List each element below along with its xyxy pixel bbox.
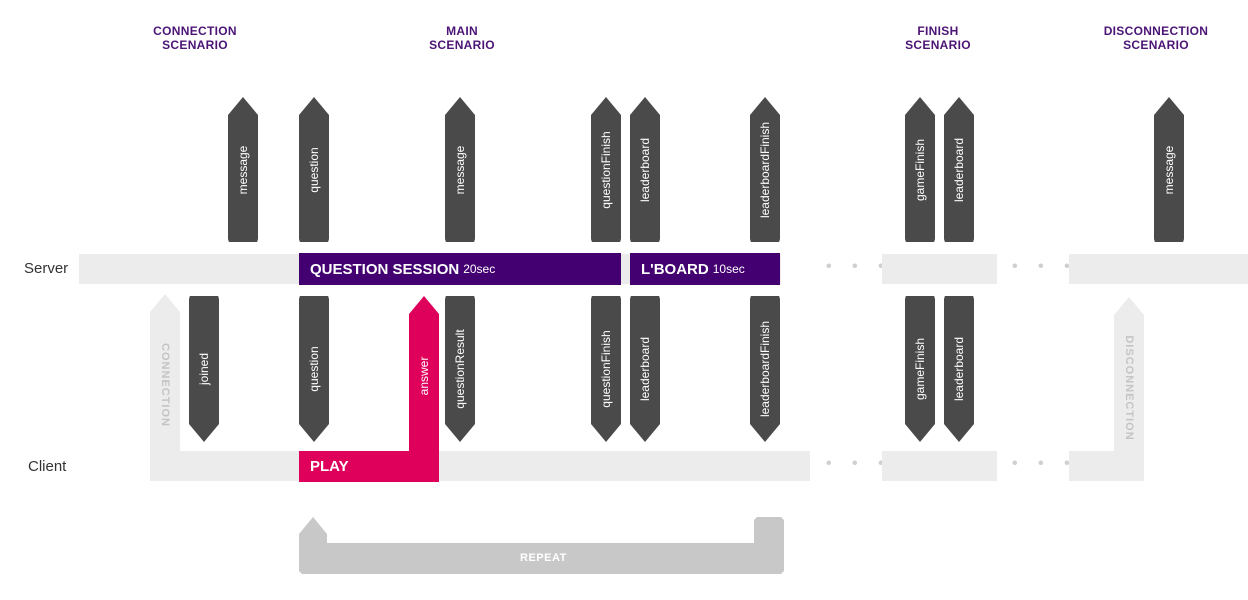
- repeat-label: REPEAT: [520, 552, 567, 564]
- client-track-disconnect: [1069, 451, 1144, 481]
- server-track-disconnect: [1069, 254, 1248, 284]
- server-lane-label: Server: [24, 260, 69, 277]
- client-event-joined: joined: [189, 296, 219, 442]
- connection-scenario-title: CONNECTION SCENARIO: [153, 24, 237, 52]
- client-event-game-finish: gameFinish: [905, 296, 935, 442]
- disconnection-scenario-title: DISCONNECTION SCENARIO: [1103, 24, 1209, 52]
- server-event-leaderboard-finish-scenario: leaderboard: [944, 97, 974, 242]
- server-event-leaderboard: leaderboard: [630, 97, 660, 242]
- leaderboard-block-duration: 10sec: [712, 262, 745, 276]
- client-track-finish: [882, 451, 997, 481]
- leaderboard-block: L'BOARD 10sec: [630, 253, 780, 285]
- server-event-message-disconnection: message: [1154, 97, 1184, 242]
- connection-connector-label: CONNECTION: [159, 343, 171, 427]
- client-event-question-result: questionResult: [445, 296, 475, 442]
- client-event-leaderboard-finish: leaderboardFinish: [750, 296, 780, 442]
- client-event-answer: answer: [409, 296, 439, 456]
- server-track-finish: [882, 254, 997, 284]
- play-block-label: PLAY: [310, 458, 349, 475]
- server-event-game-finish: gameFinish: [905, 97, 935, 242]
- question-session-duration: 20sec: [463, 262, 496, 276]
- client-ellipsis-2: • • •: [1012, 455, 1078, 472]
- leaderboard-block-label: L'BOARD: [641, 260, 709, 278]
- server-event-message-main: message: [445, 97, 475, 242]
- client-event-leaderboard: leaderboard: [630, 296, 660, 442]
- question-session-block: QUESTION SESSION 20sec: [299, 253, 621, 285]
- server-event-message-connection: message: [228, 97, 258, 242]
- disconnection-connector-label: DISCONNECTION: [1123, 335, 1135, 441]
- question-session-label: QUESTION SESSION: [310, 260, 460, 278]
- server-event-question-finish: questionFinish: [591, 97, 621, 242]
- repeat-connector: [299, 517, 784, 574]
- client-event-leaderboard-finish-scenario: leaderboard: [944, 296, 974, 442]
- client-track-main: [150, 451, 810, 481]
- server-event-leaderboard-finish: leaderboardFinish: [750, 97, 780, 242]
- server-event-question: question: [299, 97, 329, 242]
- finish-scenario-title: FINISH SCENARIO: [905, 24, 971, 52]
- client-event-question: question: [299, 296, 329, 442]
- client-event-question-finish: questionFinish: [591, 296, 621, 442]
- server-ellipsis-2: • • •: [1012, 258, 1078, 275]
- main-scenario-title: MAIN SCENARIO: [429, 24, 495, 52]
- client-lane-label: Client: [28, 458, 67, 475]
